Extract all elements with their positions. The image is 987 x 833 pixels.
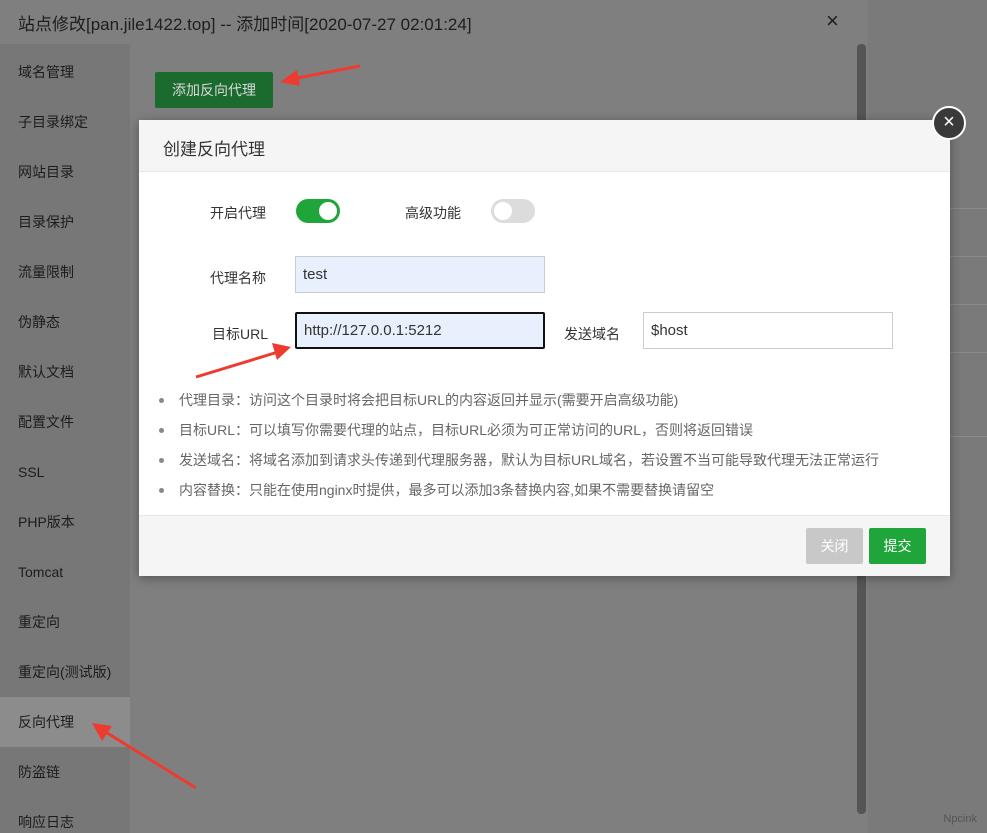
dialog-footer: 关闭 提交 <box>139 515 950 576</box>
sidebar: 域名管理 子目录绑定 网站目录 目录保护 流量限制 伪静态 默认文档 配置文件 … <box>0 44 130 833</box>
note-send-domain: 发送域名：将域名添加到请求头传递到代理服务器，默认为目标URL域名，若设置不当可… <box>159 445 879 475</box>
target-url-label: 目标URL <box>212 326 269 342</box>
dialog-header: 创建反向代理 <box>139 120 950 172</box>
send-domain-input[interactable]: $host <box>643 312 893 349</box>
advanced-toggle[interactable] <box>491 199 535 223</box>
sidebar-item-reverse-proxy[interactable]: 反向代理 <box>0 697 130 747</box>
close-button[interactable]: 关闭 <box>806 528 863 564</box>
sidebar-item-redirect-beta[interactable]: 重定向(测试版) <box>0 647 130 697</box>
note-content-replace: 内容替换：只能在使用nginx时提供，最多可以添加3条替换内容,如果不需要替换请… <box>159 475 879 505</box>
add-reverse-proxy-button[interactable]: 添加反向代理 <box>155 72 273 108</box>
toggle-knob <box>494 202 512 220</box>
watermark: Npcink <box>943 813 977 825</box>
toggle-knob <box>319 202 337 220</box>
sidebar-item-tomcat[interactable]: Tomcat <box>0 547 130 597</box>
proxy-name-label: 代理名称 <box>210 270 266 286</box>
sidebar-item-redirect[interactable]: 重定向 <box>0 597 130 647</box>
help-notes: 代理目录：访问这个目录时将会把目标URL的内容返回并显示(需要开启高级功能) 目… <box>159 385 879 505</box>
proxy-name-input[interactable]: test <box>295 256 545 293</box>
window-header: 站点修改[pan.jile1422.top] -- 添加时间[2020-07-2… <box>0 0 868 44</box>
sidebar-item-rewrite[interactable]: 伪静态 <box>0 297 130 347</box>
sidebar-item-traffic-limit[interactable]: 流量限制 <box>0 247 130 297</box>
sidebar-item-hotlink[interactable]: 防盗链 <box>0 747 130 797</box>
window-title: 站点修改[pan.jile1422.top] -- 添加时间[2020-07-2… <box>18 15 472 34</box>
note-target-url: 目标URL：可以填写你需要代理的站点，目标URL必须为可正常访问的URL，否则将… <box>159 415 879 445</box>
target-url-input[interactable]: http://127.0.0.1:5212 <box>295 312 545 349</box>
dialog-title: 创建反向代理 <box>163 140 265 159</box>
sidebar-item-default-doc[interactable]: 默认文档 <box>0 347 130 397</box>
sidebar-item-site-dir[interactable]: 网站目录 <box>0 147 130 197</box>
sidebar-item-dir-protect[interactable]: 目录保护 <box>0 197 130 247</box>
sidebar-item-subdir-bind[interactable]: 子目录绑定 <box>0 97 130 147</box>
sidebar-item-config-file[interactable]: 配置文件 <box>0 397 130 447</box>
enable-proxy-toggle[interactable] <box>296 199 340 223</box>
close-icon[interactable]: × <box>826 8 839 34</box>
create-proxy-dialog: 创建反向代理 开启代理 高级功能 代理名称 test 目标URL http://… <box>139 120 950 576</box>
note-proxy-dir: 代理目录：访问这个目录时将会把目标URL的内容返回并显示(需要开启高级功能) <box>159 385 879 415</box>
send-domain-label: 发送域名 <box>564 326 620 342</box>
enable-proxy-label: 开启代理 <box>210 205 266 221</box>
sidebar-item-ssl[interactable]: SSL <box>0 447 130 497</box>
sidebar-item-php-version[interactable]: PHP版本 <box>0 497 130 547</box>
advanced-label: 高级功能 <box>405 205 461 221</box>
submit-button[interactable]: 提交 <box>869 528 926 564</box>
sidebar-item-domain[interactable]: 域名管理 <box>0 47 130 97</box>
sidebar-item-response-log[interactable]: 响应日志 <box>0 797 130 833</box>
close-icon[interactable]: × <box>932 106 966 140</box>
